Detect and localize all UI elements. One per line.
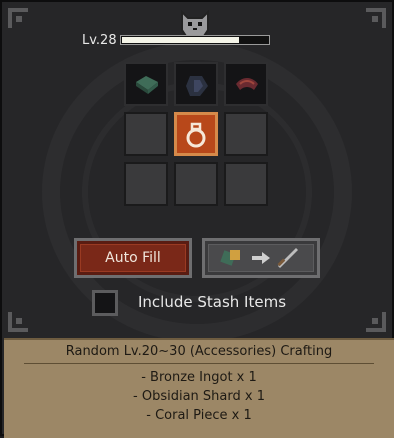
ring-icon: [186, 122, 206, 148]
bronze-ingot-icon: [136, 76, 158, 94]
auto-fill-button[interactable]: Auto Fill: [74, 238, 192, 278]
material-requirement: - Coral Piece x 1: [146, 408, 252, 423]
arrow-right-icon: [252, 252, 270, 264]
auto-fill-label: Auto Fill: [80, 244, 186, 272]
coral-piece-icon: [236, 78, 258, 90]
level-label: Lv.28: [82, 33, 117, 48]
xp-bar: [120, 35, 270, 45]
craft-slot[interactable]: [124, 162, 168, 206]
corner-ornament-icon: [6, 6, 36, 36]
craft-slot[interactable]: [224, 112, 268, 156]
craft-slot[interactable]: [124, 112, 168, 156]
divider: [24, 363, 374, 364]
obsidian-shard-icon: [186, 76, 208, 96]
include-stash-label: Include Stash Items: [138, 293, 287, 311]
craft-slot[interactable]: [224, 162, 268, 206]
crafting-panel: Lv.28 Auto Fill Include Stash Items Rand…: [0, 0, 394, 438]
xp-bar-fill: [122, 37, 239, 43]
material-slot-2[interactable]: [174, 62, 218, 106]
recipe-info-panel: Random Lv.20~30 (Accessories) Crafting -…: [4, 338, 394, 438]
materials-icon: [220, 250, 240, 266]
craft-button[interactable]: [202, 238, 320, 278]
corner-ornament-icon: [6, 304, 36, 334]
craft-slot[interactable]: [174, 162, 218, 206]
material-slot-3[interactable]: [224, 62, 268, 106]
sword-icon: [277, 248, 298, 268]
material-requirement: - Bronze Ingot x 1: [141, 370, 257, 385]
material-slot-1[interactable]: [124, 62, 168, 106]
corner-ornament-icon: [358, 304, 388, 334]
corner-ornament-icon: [358, 6, 388, 36]
material-requirement: - Obsidian Shard x 1: [133, 389, 265, 404]
include-stash-checkbox[interactable]: [92, 290, 118, 316]
result-slot-selected[interactable]: [174, 112, 218, 156]
recipe-title: Random Lv.20~30 (Accessories) Crafting: [65, 344, 333, 359]
